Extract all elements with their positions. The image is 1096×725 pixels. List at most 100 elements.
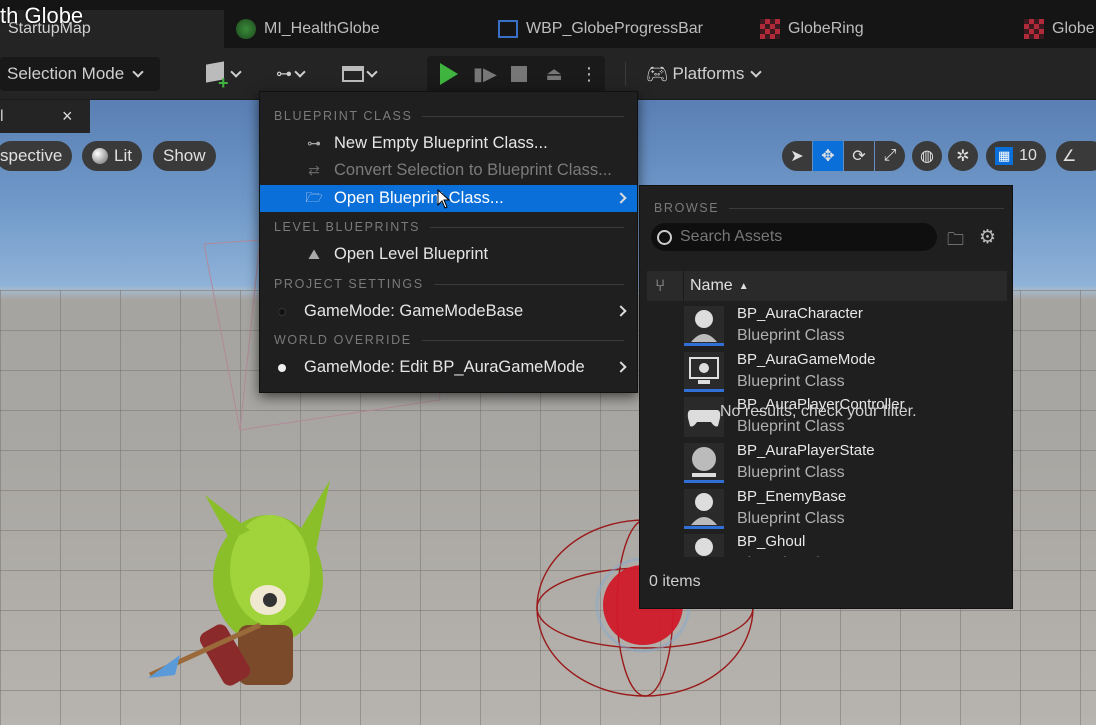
- gamepad-icon: 🎮︎: [645, 63, 669, 84]
- menu-item-convert-selection[interactable]: ⇄ Convert Selection to Blueprint Class..…: [260, 157, 637, 184]
- add-actor-button[interactable]: +: [198, 57, 248, 93]
- asset-name: BP_EnemyBase: [737, 488, 847, 505]
- grid-size-value: 10: [1019, 147, 1037, 164]
- scale-tool-button[interactable]: ⤢: [875, 141, 905, 171]
- search-assets-input[interactable]: Search Assets: [651, 223, 937, 251]
- playerstate-icon: [684, 443, 724, 483]
- world-space-button[interactable]: ◍: [912, 141, 942, 171]
- material-instance-icon: [236, 19, 256, 39]
- blueprint-dropdown-menu: BLUEPRINT CLASS ⊶ New Empty Blueprint Cl…: [259, 91, 638, 393]
- folder-filter-icon[interactable]: 🗀︎: [947, 227, 969, 249]
- tab-mi-health-globe[interactable]: MI_HealthGlobe: [236, 10, 466, 48]
- asset-name: BP_Ghoul: [737, 533, 806, 550]
- search-icon: [657, 229, 672, 245]
- play-icon: [440, 63, 458, 85]
- eject-button[interactable]: ⏏: [540, 57, 568, 91]
- rotation-snap-button[interactable]: ∠: [1056, 141, 1096, 171]
- menu-item-label: GameMode: Edit BP_AuraGameMode: [304, 358, 585, 376]
- more-vertical-icon: ⋮: [580, 63, 598, 84]
- eject-icon: ⏏: [545, 63, 563, 84]
- material-icon: [760, 19, 780, 39]
- lit-sphere-icon: [92, 148, 108, 164]
- list-item[interactable]: BP_EnemyBase Blueprint Class: [647, 487, 1007, 532]
- section-label: PROJECT SETTINGS: [274, 277, 424, 291]
- tab-label: Globe: [1052, 20, 1095, 37]
- chevron-down-icon: [294, 66, 306, 78]
- blueprint-icon: ⊶: [307, 135, 321, 151]
- surface-snap-button[interactable]: ✲: [948, 141, 978, 171]
- blueprint-icon: ⊶: [276, 66, 292, 83]
- column-name-label: Name: [690, 277, 733, 294]
- browse-header: BROWSE: [654, 201, 1004, 215]
- tab-label: MI_HealthGlobe: [264, 20, 380, 37]
- section-label: LEVEL BLUEPRINTS: [274, 220, 421, 234]
- list-item[interactable]: BP_AuraPlayerState Blueprint Class: [647, 441, 1007, 486]
- menu-item-open-level-blueprint[interactable]: ⛰︎ Open Level Blueprint: [260, 241, 637, 268]
- menu-item-label: Open Level Blueprint: [334, 245, 489, 263]
- material-icon: [1024, 19, 1044, 39]
- show-button[interactable]: Show: [153, 141, 216, 171]
- globe-icon: ◍: [920, 148, 934, 165]
- menu-item-gamemode-world[interactable]: GameMode: Edit BP_AuraGameMode: [260, 354, 637, 381]
- play-button[interactable]: [434, 57, 464, 91]
- list-item[interactable]: BP_AuraGameMode Blueprint Class: [647, 350, 1007, 395]
- gear-icon[interactable]: ⚙: [979, 226, 1001, 248]
- perspective-button[interactable]: spective: [0, 141, 73, 171]
- source-control-icon[interactable]: ⑂: [655, 276, 665, 296]
- chevron-down-icon: [230, 66, 242, 78]
- chevron-down-icon: [750, 66, 762, 78]
- menu-item-label: New Empty Blueprint Class...: [334, 134, 548, 152]
- chevron-right-icon: [615, 192, 627, 204]
- name-column-header[interactable]: Name ▲: [690, 277, 749, 295]
- search-placeholder: Search Assets: [680, 228, 783, 245]
- asset-type: Blueprint Class: [737, 555, 845, 557]
- lit-label: Lit: [114, 146, 132, 165]
- rotate-icon: ⟳: [852, 148, 866, 165]
- blueprint-menu-button[interactable]: ⊶: [264, 57, 316, 91]
- list-item[interactable]: BP_Ghoul Blueprint Class: [647, 532, 1007, 557]
- window-title: th Globe: [0, 3, 84, 28]
- items-count: 0 items: [649, 573, 701, 590]
- close-icon[interactable]: ×: [62, 106, 73, 127]
- grid-snap-button[interactable]: ▦ 10: [986, 141, 1046, 171]
- tab-wbp-globe-progress-bar[interactable]: WBP_GlobeProgressBar: [498, 10, 738, 48]
- advance-frame-button[interactable]: ▮▶: [470, 57, 500, 91]
- asset-type: Blueprint Class: [737, 373, 845, 390]
- menu-item-new-empty-blueprint[interactable]: ⊶ New Empty Blueprint Class...: [260, 130, 637, 157]
- translate-tool-button[interactable]: ✥: [813, 141, 843, 171]
- select-tool-button[interactable]: ➤: [782, 141, 812, 171]
- viewport-tab[interactable]: l ×: [0, 100, 90, 133]
- menu-item-gamemode-project[interactable]: GameMode: GameModeBase: [260, 298, 637, 325]
- section-header-level-blueprints: LEVEL BLUEPRINTS: [274, 220, 624, 234]
- cursor-icon: ➤: [790, 148, 804, 165]
- section-label: BLUEPRINT CLASS: [274, 109, 413, 123]
- goblin-character: [148, 480, 330, 686]
- selection-mode-dropdown[interactable]: Selection Mode: [0, 57, 160, 91]
- stop-icon: [511, 66, 527, 82]
- tab-globe-ring[interactable]: GlobeRing: [760, 10, 990, 48]
- stop-button[interactable]: [506, 57, 532, 91]
- open-blueprint-icon: 🗁︎: [305, 188, 323, 205]
- asset-type: Blueprint Class: [737, 327, 845, 344]
- show-label: Show: [163, 146, 206, 165]
- tab-label: WBP_GlobeProgressBar: [526, 20, 703, 37]
- rotate-tool-button[interactable]: ⟳: [844, 141, 874, 171]
- no-results-message: No results, check your filter.: [720, 403, 917, 420]
- lit-button[interactable]: Lit: [82, 141, 142, 171]
- asset-name: BP_AuraCharacter: [737, 305, 863, 322]
- section-header-world-override: WORLD OVERRIDE: [274, 333, 624, 347]
- asset-name: BP_AuraGameMode: [737, 351, 876, 368]
- tab-globe[interactable]: Globe: [1024, 10, 1096, 48]
- angle-icon: ∠: [1062, 148, 1077, 165]
- bullet-icon: [278, 363, 286, 372]
- chevron-down-icon: [132, 66, 144, 78]
- viewport-tab-label: l: [0, 108, 4, 125]
- cinematics-button[interactable]: [334, 57, 384, 91]
- chevron-right-icon: [615, 361, 627, 373]
- scale-icon: ⤢: [883, 147, 897, 164]
- play-options-button[interactable]: ⋮: [578, 57, 600, 91]
- section-header-blueprint-class: BLUEPRINT CLASS: [274, 109, 624, 123]
- gamemode-icon: [684, 352, 724, 392]
- list-item[interactable]: BP_AuraCharacter Blueprint Class: [647, 304, 1007, 349]
- platforms-dropdown[interactable]: 🎮︎ Platforms: [638, 57, 768, 91]
